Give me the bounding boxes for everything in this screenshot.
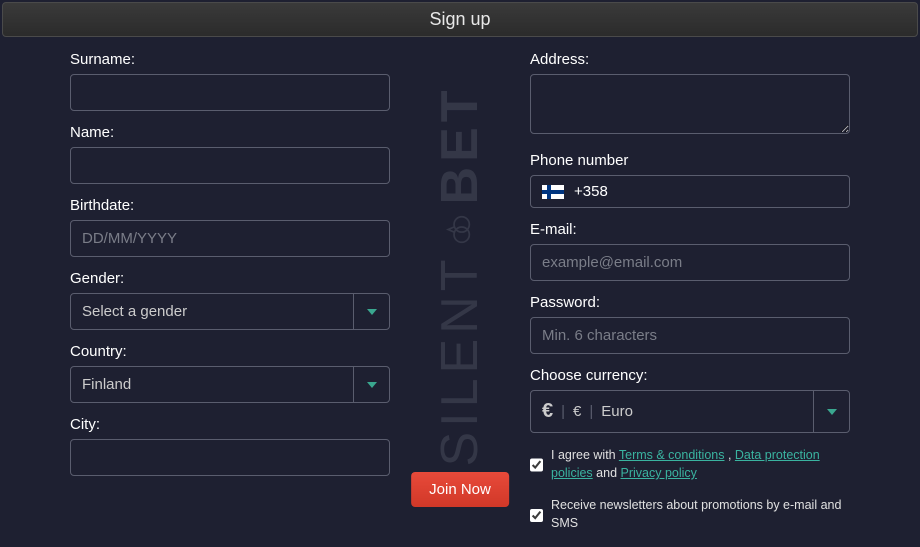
surname-label: Surname:	[70, 51, 390, 68]
agree-text: I agree with Terms & conditions , Data p…	[551, 446, 850, 482]
currency-divider: |	[561, 403, 565, 420]
privacy-link[interactable]: Privacy policy	[621, 466, 697, 480]
currency-select[interactable]: € | € | Euro	[530, 390, 850, 433]
password-label: Password:	[530, 294, 850, 311]
newsletter-checkbox[interactable]	[530, 498, 543, 532]
terms-link[interactable]: Terms & conditions	[619, 448, 725, 462]
name-label: Name:	[70, 124, 390, 141]
gender-label: Gender:	[70, 270, 390, 287]
country-dropdown-arrow	[353, 367, 389, 402]
gender-selected: Select a gender	[71, 294, 353, 329]
finland-flag-icon	[542, 185, 564, 199]
address-input[interactable]	[530, 74, 850, 134]
email-input[interactable]	[530, 244, 850, 281]
agree-sep: ,	[724, 448, 734, 462]
newsletter-row: Receive newsletters about promotions by …	[530, 496, 850, 532]
newsletter-text: Receive newsletters about promotions by …	[551, 496, 850, 532]
currency-label: Choose currency:	[530, 367, 850, 384]
agree-mid: and	[593, 466, 621, 480]
agree-row: I agree with Terms & conditions , Data p…	[530, 446, 850, 482]
join-now-button[interactable]: Join Now	[411, 472, 509, 507]
gender-select[interactable]: Select a gender	[70, 293, 390, 330]
country-label: Country:	[70, 343, 390, 360]
chevron-down-icon	[367, 309, 377, 315]
surname-input[interactable]	[70, 74, 390, 111]
name-input[interactable]	[70, 147, 390, 184]
agree-prefix: I agree with	[551, 448, 619, 462]
phone-label: Phone number	[530, 152, 850, 169]
country-select[interactable]: Finland	[70, 366, 390, 403]
birthdate-input[interactable]	[70, 220, 390, 257]
phone-dial-code: +358	[574, 183, 608, 200]
city-input[interactable]	[70, 439, 390, 476]
page-title: Sign up	[2, 2, 918, 37]
left-column: Surname: Name: Birthdate: Gender: Select…	[70, 51, 390, 547]
gender-dropdown-arrow	[353, 294, 389, 329]
city-label: City:	[70, 416, 390, 433]
phone-input[interactable]: +358	[530, 175, 850, 208]
chevron-down-icon	[827, 409, 837, 415]
currency-dropdown-arrow	[813, 391, 849, 432]
password-input[interactable]	[530, 317, 850, 354]
right-column: Address: Phone number +358 E-mail: Passw…	[530, 51, 850, 547]
birthdate-label: Birthdate:	[70, 197, 390, 214]
currency-name: Euro	[601, 403, 633, 420]
agree-checkbox[interactable]	[530, 448, 543, 482]
email-label: E-mail:	[530, 221, 850, 238]
chevron-down-icon	[367, 382, 377, 388]
currency-code: €	[573, 403, 581, 420]
currency-divider: |	[589, 403, 593, 420]
country-selected: Finland	[71, 367, 353, 402]
address-label: Address:	[530, 51, 850, 68]
currency-symbol-icon: €	[542, 400, 553, 423]
